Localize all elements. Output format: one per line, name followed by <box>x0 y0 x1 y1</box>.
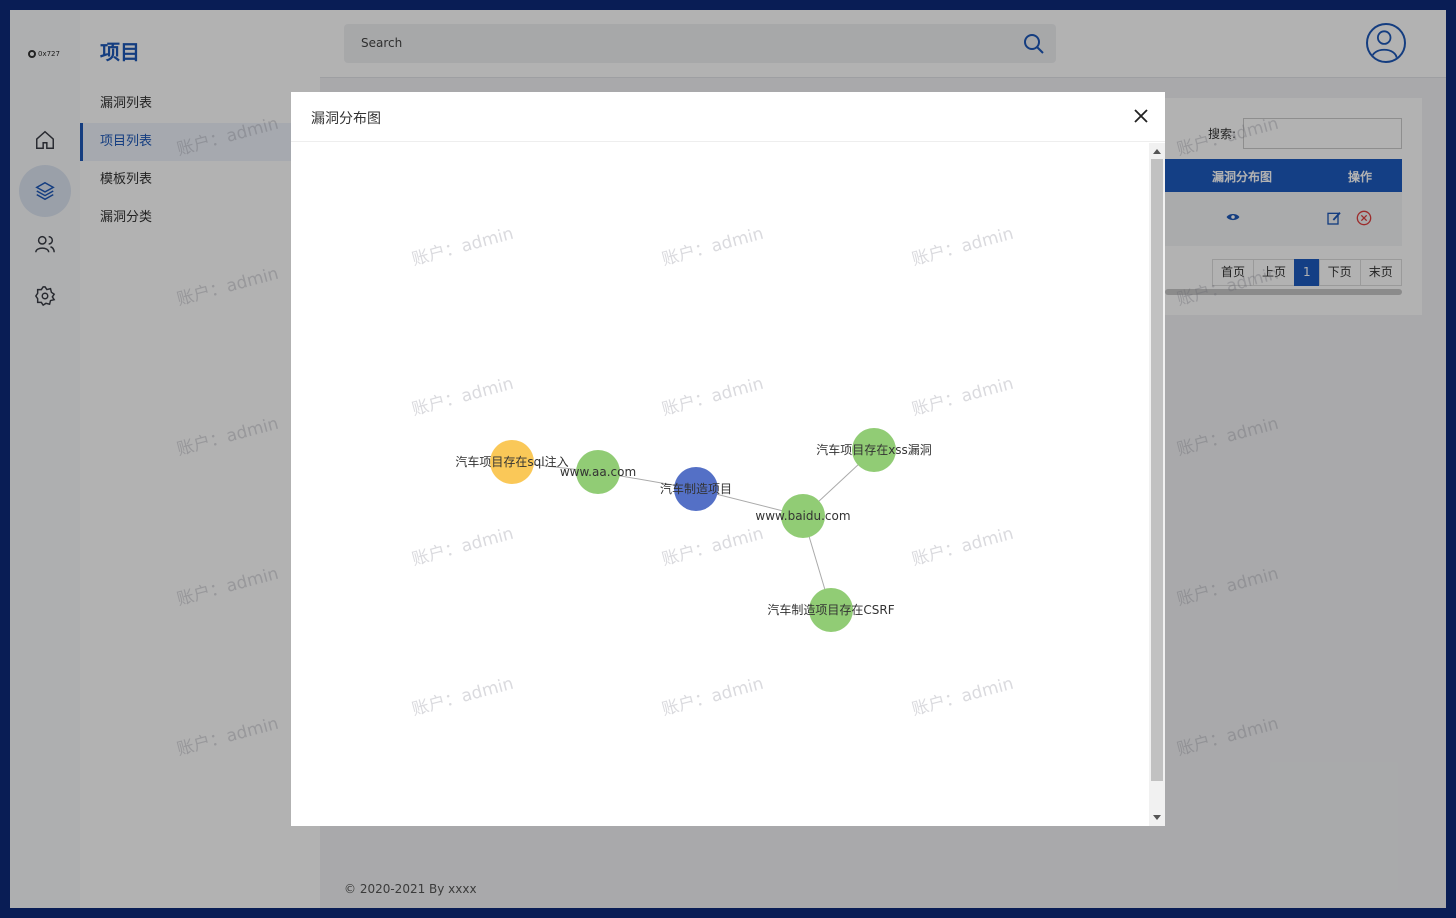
vertical-scrollbar[interactable] <box>1149 143 1165 826</box>
graph-canvas[interactable]: 汽车制造项目 www.aa.com 汽车项目存在sql注入 www.baidu.com… <box>291 143 1149 826</box>
vuln-graph[interactable]: 汽车制造项目 www.aa.com汽车项目存在sql注入 www.baidu.com… <box>291 143 1149 826</box>
close-icon[interactable] <box>1131 106 1151 126</box>
modal-title: 漏洞分布图 <box>311 111 381 127</box>
graph-node-label-baidu: www.baidu.com <box>755 509 850 523</box>
scroll-up-icon[interactable] <box>1153 149 1161 154</box>
graph-node-label-root: 汽车制造项目 <box>660 481 732 496</box>
scroll-down-icon[interactable] <box>1153 815 1161 820</box>
graph-node-label-sql: 汽车项目存在sql注入 <box>455 454 568 469</box>
graph-node-label-xss: 汽车项目存在xss漏洞 <box>816 442 932 457</box>
vuln-distribution-modal: 漏洞分布图 汽车制造项目 www.aa.com 汽车项目存在sql注入 www.bai… <box>291 92 1165 826</box>
scroll-thumb[interactable] <box>1151 159 1163 781</box>
graph-node-label-csrf: 汽车制造项目存在CSRF <box>767 602 894 617</box>
modal-header: 漏洞分布图 <box>291 92 1165 142</box>
graph-node-label-aa: www.aa.com <box>560 465 636 479</box>
